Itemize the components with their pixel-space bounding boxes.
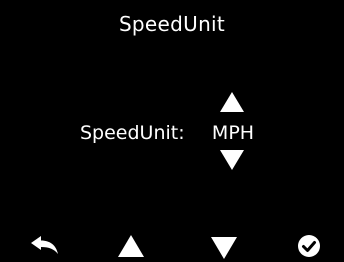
speed-unit-label: SpeedUnit:	[80, 122, 185, 144]
nav-down-button-icon[interactable]	[211, 237, 237, 259]
value-down-arrow-icon[interactable]	[220, 150, 244, 170]
speed-unit-screen: SpeedUnit SpeedUnit: MPH	[0, 0, 344, 262]
page-title: SpeedUnit	[118, 12, 226, 36]
back-arrow-icon[interactable]	[31, 236, 59, 256]
value-up-arrow-icon[interactable]	[220, 92, 244, 112]
confirm-check-icon[interactable]	[298, 235, 320, 257]
nav-up-button-icon[interactable]	[118, 235, 144, 257]
speed-unit-value[interactable]: MPH	[208, 122, 258, 144]
